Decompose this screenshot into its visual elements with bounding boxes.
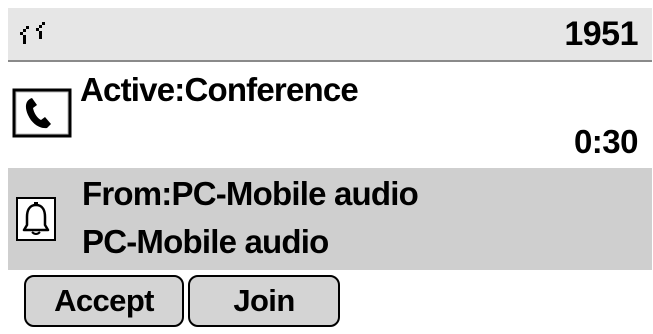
- join-button[interactable]: Join: [188, 275, 340, 327]
- incoming-call-row[interactable]: From:PC-Mobile audio PC-Mobile audio: [8, 168, 652, 270]
- phone-extension: 1951: [564, 15, 638, 53]
- status-header: 1951: [8, 8, 652, 62]
- handset-icon: [12, 88, 72, 138]
- phone-screen: 1951 Active:Conference 0:30 From:PC-Mobi…: [0, 0, 653, 334]
- softkey-bar: Accept Join: [8, 272, 652, 334]
- accept-button[interactable]: Accept: [24, 275, 184, 327]
- incoming-from: From:PC-Mobile audio: [82, 175, 419, 212]
- active-call-title: Active:Conference: [80, 71, 359, 108]
- active-call-row[interactable]: Active:Conference 0:30: [8, 62, 652, 166]
- bell-icon: [16, 197, 56, 241]
- incoming-caller-name: PC-Mobile audio: [82, 223, 329, 260]
- call-timer: 0:30: [573, 123, 639, 160]
- network-activity-icon: [20, 22, 45, 44]
